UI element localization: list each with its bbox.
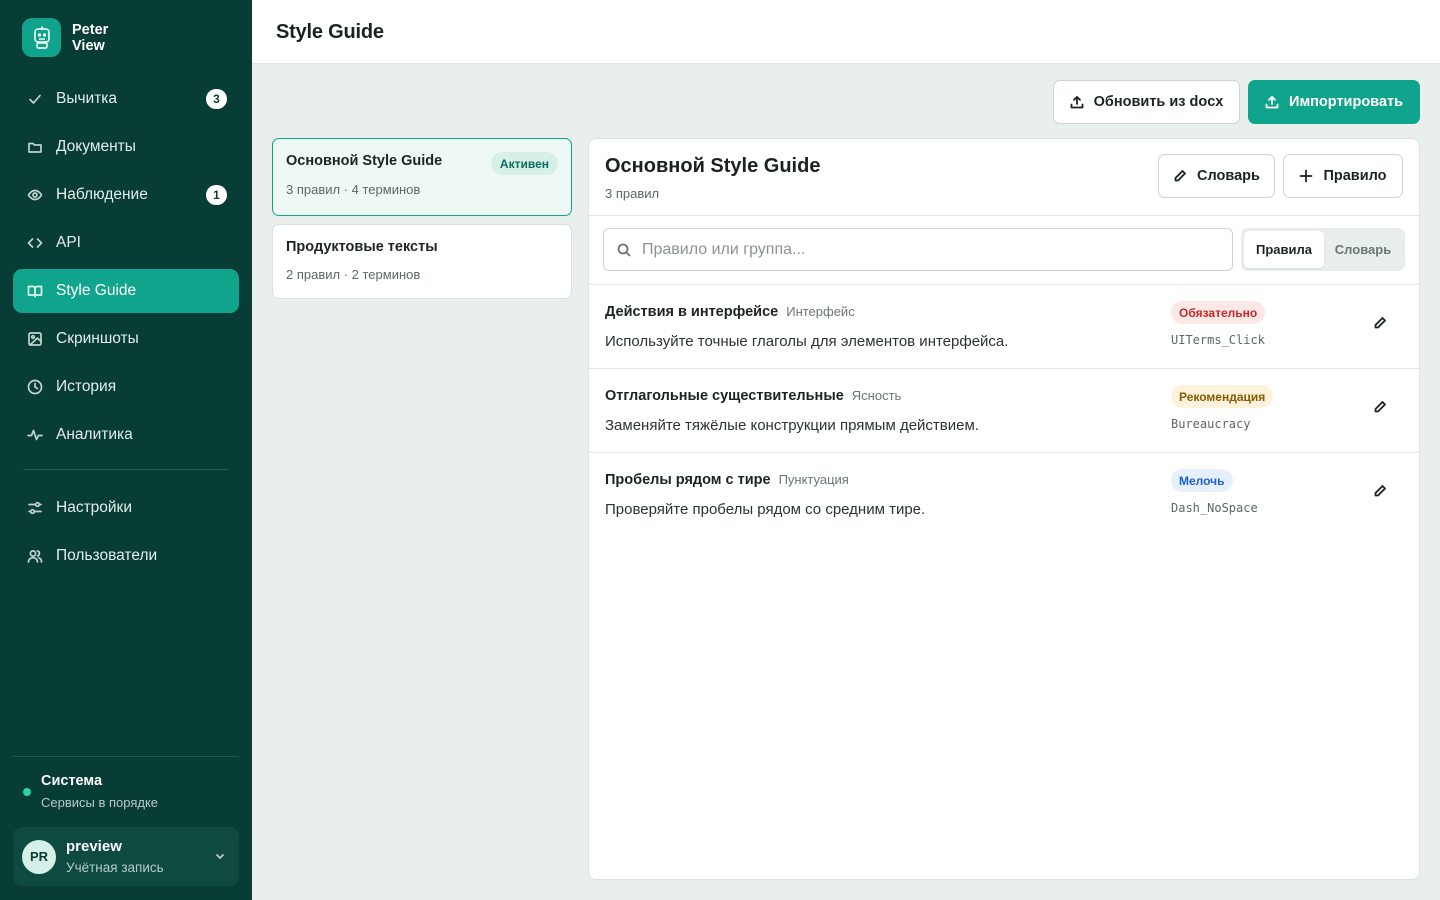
chevron-down-icon <box>213 849 227 863</box>
rule-code: Dash_NoSpace <box>1171 501 1258 515</box>
plus-icon <box>1300 169 1313 183</box>
status-dot <box>23 788 31 796</box>
sidebar-item-label: История <box>56 378 117 395</box>
sidebar-divider <box>13 756 239 757</box>
rule-description: Заменяйте тяжёлые конструкции прямым дей… <box>605 417 979 434</box>
sidebar-item-style-guide[interactable]: Style Guide <box>13 269 239 313</box>
sliders-icon <box>27 500 43 516</box>
guide-title: Продуктовые тексты <box>286 239 438 255</box>
sidebar-nav: Вычитка 3 Документы Наблюдение 1 API Sty… <box>13 77 239 582</box>
sidebar-item-api[interactable]: API <box>13 221 239 265</box>
dictionary-button-label: Словарь <box>1197 168 1260 184</box>
rule-row[interactable]: Отглагольные существительные Ясность Заме… <box>589 369 1419 453</box>
import-button[interactable]: Импортировать <box>1248 80 1420 124</box>
divider <box>589 215 1419 216</box>
count-badge: 1 <box>206 185 227 205</box>
sidebar-divider <box>23 469 229 470</box>
search-icon <box>617 243 631 257</box>
update-from-docx-label: Обновить из docx <box>1093 94 1224 110</box>
guide-card-main[interactable]: Основной Style Guide 3 правил · 4 термин… <box>272 138 572 216</box>
image-icon <box>27 331 43 347</box>
robot-icon <box>22 18 61 57</box>
import-label: Импортировать <box>1289 94 1403 110</box>
sidebar-item-users[interactable]: Пользователи <box>13 534 239 578</box>
rule-row[interactable]: Действия в интерфейсе Интерфейс Используй… <box>589 285 1419 369</box>
count-badge: 3 <box>206 89 227 109</box>
rule-row[interactable]: Пробелы рядом с тире Пунктуация Проверяйт… <box>589 453 1419 537</box>
app-name: Peter View <box>72 21 109 54</box>
page-title: Style Guide <box>276 21 384 43</box>
panel-title: Основной Style Guide <box>605 155 821 177</box>
rule-code: Bureaucracy <box>1171 417 1251 431</box>
folder-icon <box>27 139 43 155</box>
upload-icon <box>1265 96 1279 109</box>
rule-description: Проверяйте пробелы рядом со средним тире… <box>605 501 926 518</box>
brand[interactable]: Peter View <box>22 18 132 57</box>
sidebar: Peter View Вычитка 3 Документы Наблюдени… <box>0 0 252 900</box>
sidebar-item-label: Наблюдение <box>56 186 148 203</box>
sidebar-item-proofreading[interactable]: Вычитка 3 <box>13 77 239 121</box>
pencil-icon[interactable] <box>1373 484 1389 500</box>
add-rule-label: Правило <box>1323 168 1387 184</box>
tab-dictionary[interactable]: Словарь <box>1324 231 1402 268</box>
system-status-text: Сервисы в порядке <box>41 795 159 810</box>
panel-subtitle: 3 правил <box>605 186 660 201</box>
pencil-icon <box>1174 170 1186 182</box>
system-title: Система <box>41 773 103 789</box>
guide-panel: Основной Style Guide 3 правил Словарь Пр… <box>588 138 1420 880</box>
sidebar-item-label: Вычитка <box>56 90 118 107</box>
rule-group: Пунктуация <box>778 472 849 487</box>
tab-rules[interactable]: Правила <box>1244 231 1324 268</box>
rule-name: Действия в интерфейсе <box>605 304 779 320</box>
rule-group: Ясность <box>851 388 902 403</box>
eye-icon <box>27 187 43 203</box>
sidebar-item-settings[interactable]: Настройки <box>13 486 239 530</box>
clock-icon <box>27 379 43 395</box>
sidebar-item-documents[interactable]: Документы <box>13 125 239 169</box>
pencil-icon[interactable] <box>1373 400 1389 416</box>
active-badge: Активен <box>490 152 558 175</box>
check-icon <box>27 91 43 107</box>
account-menu[interactable]: PR preview Учётная запись <box>13 827 239 886</box>
sidebar-item-label: Пользователи <box>56 547 158 564</box>
sidebar-item-monitoring[interactable]: Наблюдение 1 <box>13 173 239 217</box>
account-name: preview <box>66 838 122 855</box>
users-icon <box>27 548 43 564</box>
add-rule-button[interactable]: Правило <box>1283 154 1403 198</box>
sidebar-item-analytics[interactable]: Аналитика <box>13 413 239 457</box>
activity-icon <box>27 427 43 443</box>
sidebar-item-label: Аналитика <box>56 426 133 443</box>
sidebar-item-label: Style Guide <box>56 282 137 299</box>
sidebar-item-label: API <box>56 234 81 251</box>
system-status: Система Сервисы в порядке <box>23 773 158 810</box>
sidebar-item-label: Настройки <box>56 499 133 516</box>
sidebar-item-screenshots[interactable]: Скриншоты <box>13 317 239 361</box>
sidebar-item-history[interactable]: История <box>13 365 239 409</box>
book-icon <box>27 283 43 299</box>
severity-badge: Мелочь <box>1171 469 1233 492</box>
severity-badge: Рекомендация <box>1171 385 1274 408</box>
severity-badge: Обязательно <box>1171 301 1266 324</box>
search-input[interactable] <box>642 240 1222 259</box>
sidebar-item-label: Документы <box>56 138 136 155</box>
pencil-icon[interactable] <box>1373 316 1389 332</box>
rule-group: Интерфейс <box>786 304 855 319</box>
upload-icon <box>1070 96 1084 109</box>
update-from-docx-button[interactable]: Обновить из docx <box>1053 80 1240 124</box>
rule-search[interactable] <box>603 228 1233 271</box>
rule-name: Отглагольные существительные <box>605 388 844 404</box>
rule-code: UITerms_Click <box>1171 333 1265 347</box>
guide-meta: 2 правил · 2 терминов <box>286 267 421 282</box>
sidebar-item-label: Скриншоты <box>56 330 139 347</box>
code-icon <box>27 235 43 251</box>
dictionary-button[interactable]: Словарь <box>1158 154 1275 198</box>
account-subtitle: Учётная запись <box>66 860 164 875</box>
guide-meta: 3 правил · 4 терминов <box>286 182 421 197</box>
page-header: Style Guide <box>252 0 1440 64</box>
rule-name: Пробелы рядом с тире <box>605 472 771 488</box>
guide-card-product[interactable]: Продуктовые тексты 2 правил · 2 терминов <box>272 224 572 299</box>
view-toggle: Правила Словарь <box>1241 228 1405 271</box>
rule-description: Используйте точные глаголы для элементов… <box>605 333 1009 350</box>
avatar: PR <box>22 839 56 874</box>
